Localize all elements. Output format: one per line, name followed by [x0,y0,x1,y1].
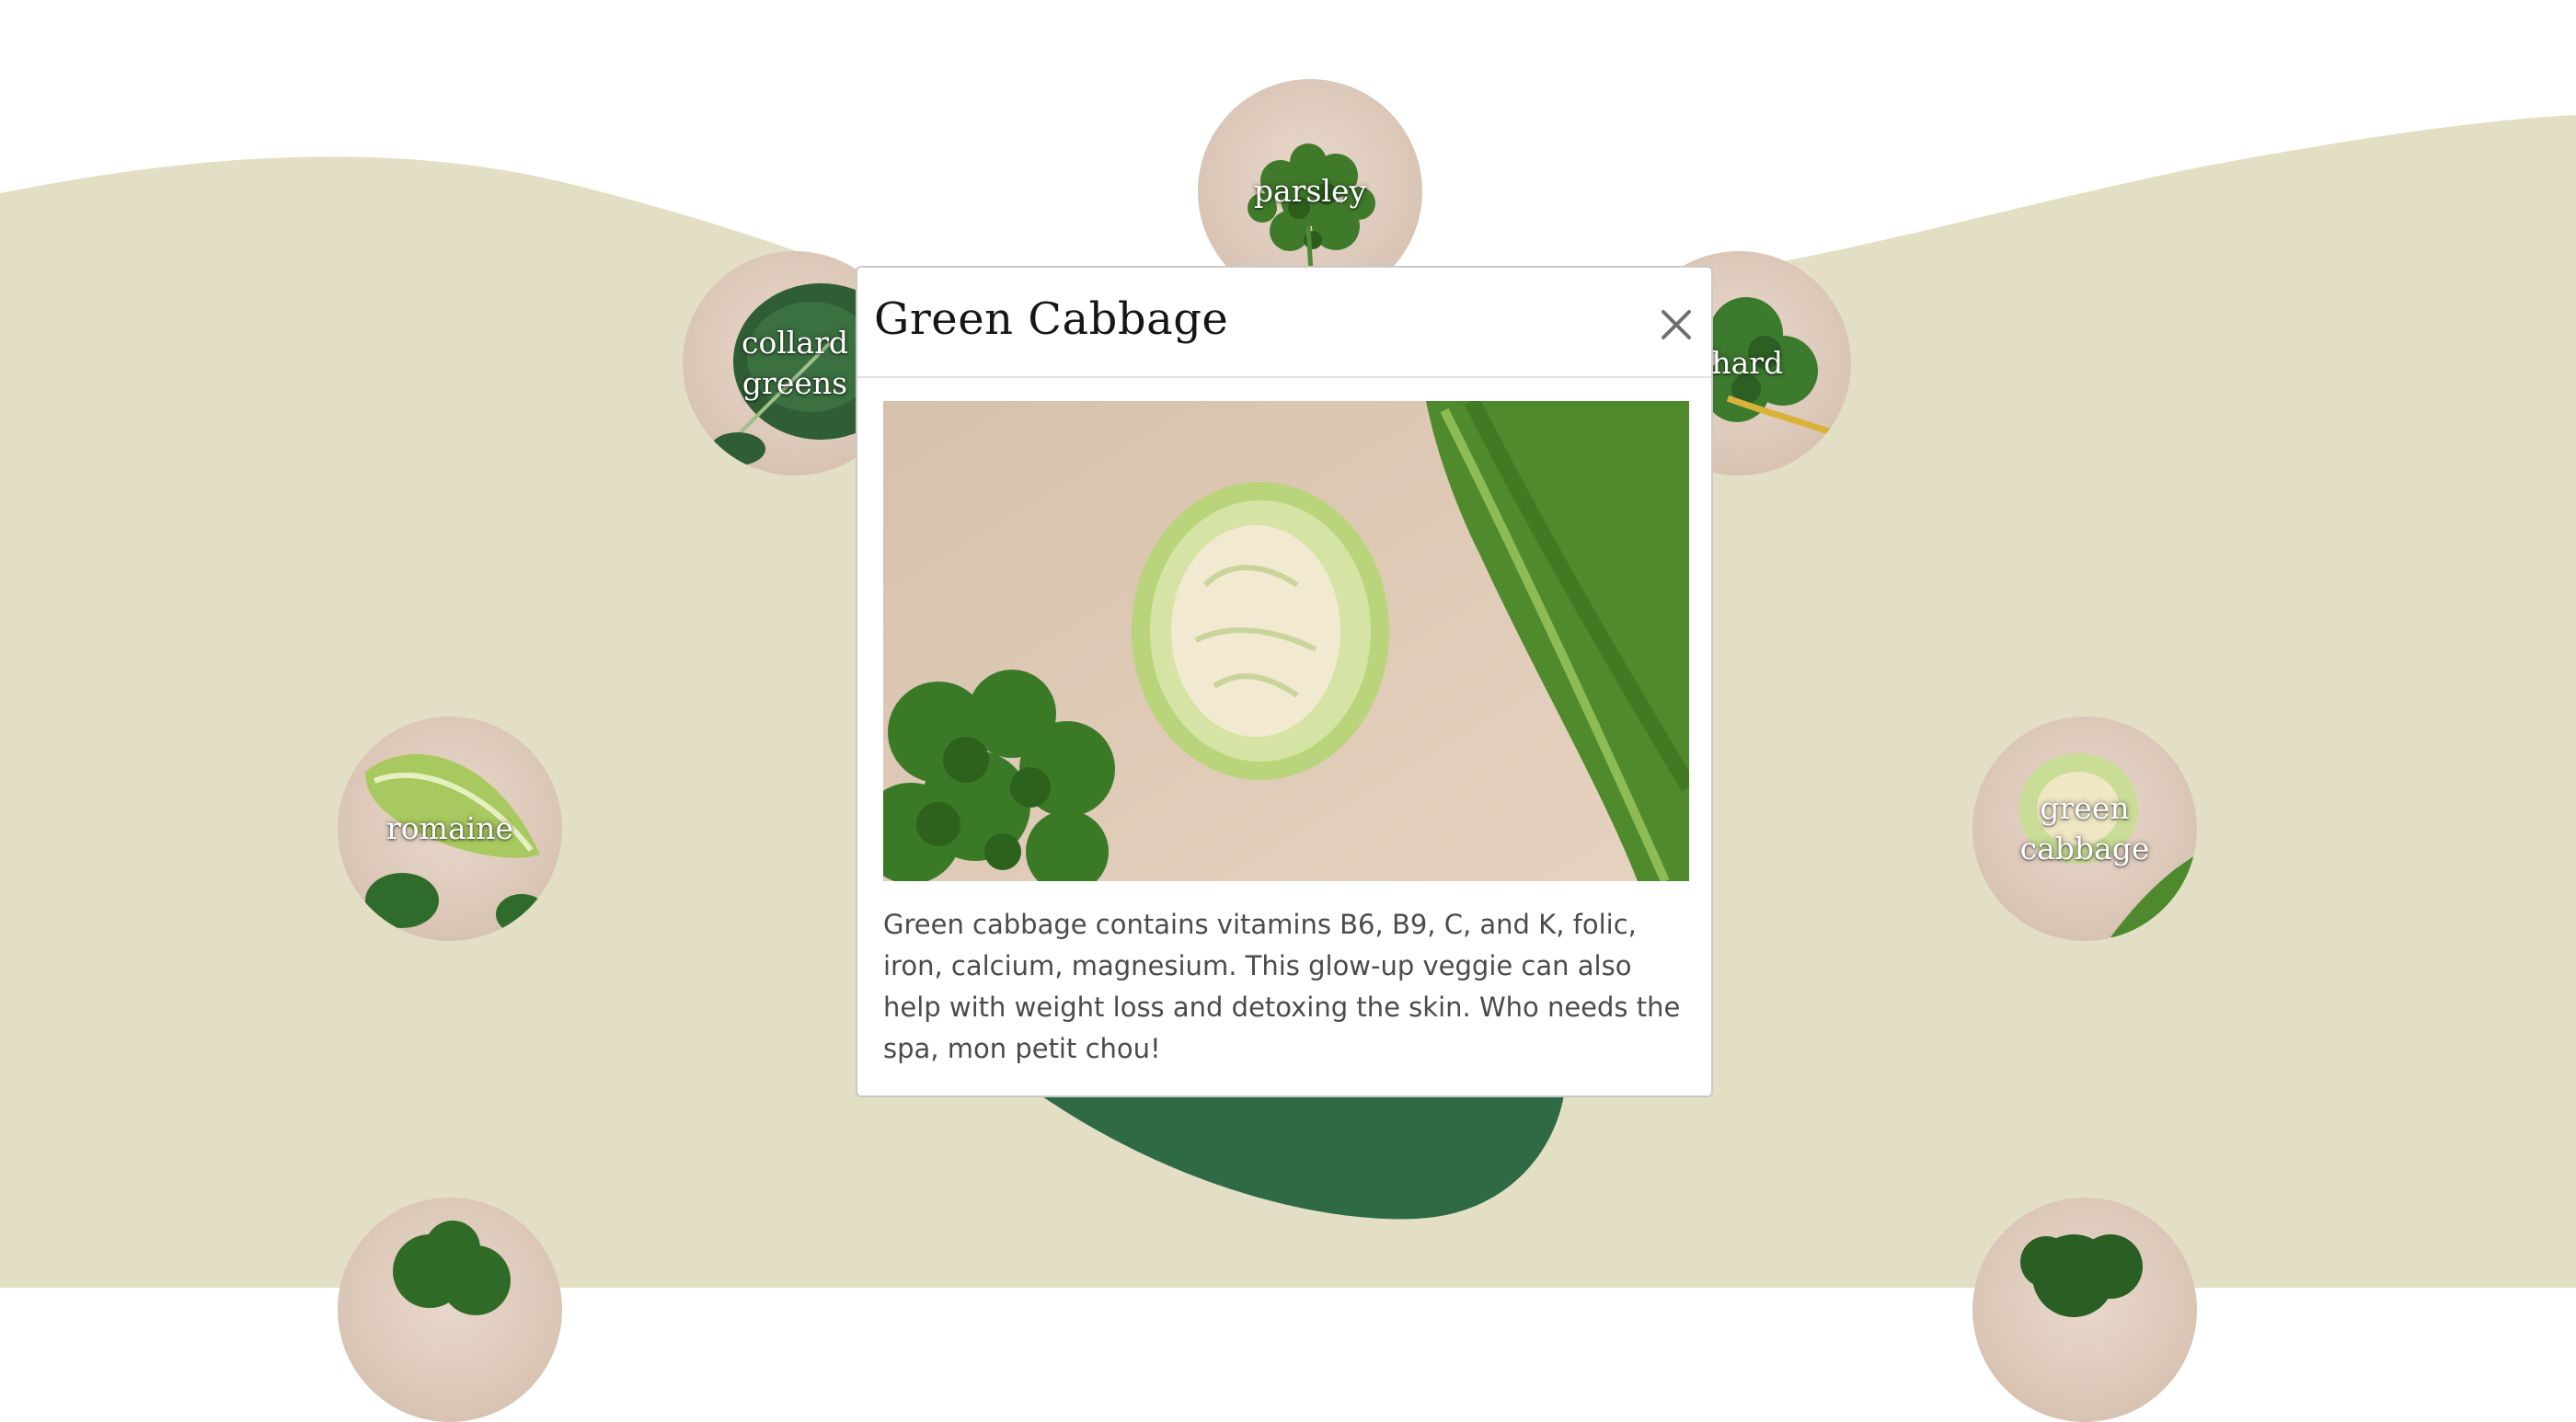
veggie-modal: Green Cabbage Green cabbage contains vit… [856,266,1713,1097]
close-button[interactable] [1650,299,1702,350]
close-icon [1662,310,1691,339]
modal-description: Green cabbage contains vitamins B6, B9, … [883,909,1681,1064]
veg-label: parsley [1253,173,1367,209]
modal-title: Green Cabbage [874,293,1229,345]
veg-circle-kale[interactable] [338,1198,562,1422]
veg-label: romaine [386,810,513,846]
veg-circle-green-cabbage[interactable]: green cabbage [1972,717,2197,941]
veg-circle-romaine[interactable]: romaine [338,717,562,941]
green-cabbage-photo [883,401,1689,881]
veg-label: green cabbage [2019,790,2150,866]
modal-header: Green Cabbage [857,268,1711,378]
veg-circle-broccoli[interactable] [1972,1198,2197,1422]
broccoli-image [2020,1234,2143,1317]
kale-image [393,1221,511,1315]
